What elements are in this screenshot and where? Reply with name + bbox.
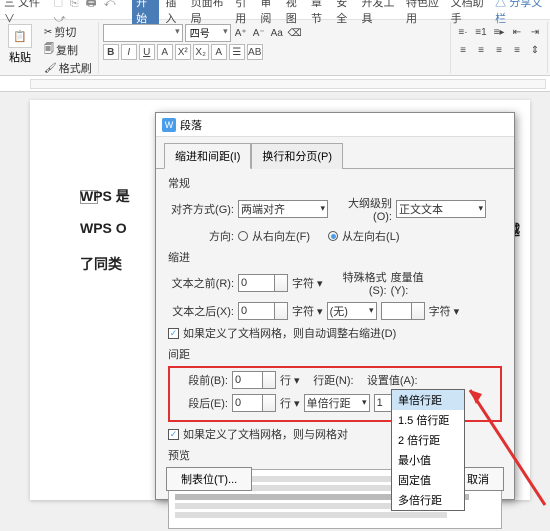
paragraph-dialog: W 段落 缩进和间距(I) 换行和分页(P) 常规 对齐方式(G): 两端对齐 …: [155, 112, 515, 500]
outline-combo[interactable]: 正文文本: [396, 200, 486, 218]
align-right-icon[interactable]: ≡: [491, 42, 507, 58]
text-before-spinner[interactable]: 0: [238, 274, 288, 292]
snap-grid-checkbox[interactable]: [168, 429, 179, 440]
snap-grid-label: 如果定义了文档网格，则与网格对: [183, 426, 348, 442]
copy-button[interactable]: 🗐 复制: [42, 42, 94, 58]
measure-spinner[interactable]: [381, 302, 425, 320]
app-logo-icon: W: [162, 118, 176, 132]
clipboard-group: ✂ 剪切 🗐 复制 🖌 格式刷: [38, 22, 99, 73]
strike-button[interactable]: A: [157, 44, 173, 60]
change-case-icon[interactable]: Aa: [269, 25, 285, 41]
set-value-label: 设置值(A):: [358, 372, 418, 388]
subscript-button[interactable]: X₂: [193, 44, 209, 60]
bold-button[interactable]: B: [103, 44, 119, 60]
dialog-titlebar: W 段落: [156, 113, 514, 137]
general-group: 常规 对齐方式(G): 两端对齐 大纲级别(O): 正文文本 方向: 从右向左(…: [168, 175, 502, 244]
font-group: 四号 A⁺ A⁻ Aa ⌫ B I U A X² X₂ A ☰ AB: [99, 22, 451, 73]
paste-group: 📋 粘贴: [2, 22, 38, 73]
line-spacing-icon[interactable]: ⇕: [527, 42, 543, 58]
paste-label[interactable]: 粘贴: [9, 49, 31, 65]
unit-line[interactable]: 行 ▾: [280, 395, 300, 411]
after-para-spinner[interactable]: 0: [232, 394, 276, 412]
font-size-combo[interactable]: 四号: [185, 24, 231, 42]
doc-text-line: WPS O: [80, 220, 127, 238]
indent-group: 缩进 文本之前(R): 0 字符 ▾ 特殊格式(S): 度量值(Y): 文本之后…: [168, 249, 502, 341]
unit-char[interactable]: 字符 ▾: [292, 275, 323, 291]
dropdown-option[interactable]: 2 倍行距: [392, 430, 464, 450]
doc-text-line: WPS 是: [80, 186, 130, 204]
indent-group-title: 缩进: [168, 249, 502, 265]
dialog-tabs: 缩进和间距(I) 换行和分页(P): [156, 137, 514, 168]
font-name-combo[interactable]: [103, 24, 183, 42]
app-menubar: 三 文件 ∨ 🗋 ⎘ 🖨 ⤺ ⤻ 开始 插入 页面布局 引用 审阅 视图 章节 …: [0, 0, 550, 20]
font-color-button[interactable]: A: [211, 44, 227, 60]
unit-line[interactable]: 行 ▾: [280, 372, 300, 388]
shrink-font-icon[interactable]: A⁻: [251, 25, 267, 41]
increase-indent-icon[interactable]: ⇥: [527, 24, 543, 40]
phonetic-button[interactable]: AB: [247, 44, 263, 60]
tab-indent-spacing[interactable]: 缩进和间距(I): [164, 143, 251, 169]
auto-indent-label: 如果定义了文档网格，则自动调整右缩进(D): [183, 325, 396, 341]
before-para-label: 段前(B):: [174, 372, 228, 388]
text-after-spinner[interactable]: 0: [238, 302, 288, 320]
dropdown-option[interactable]: 最小值: [392, 450, 464, 470]
tabstops-button[interactable]: 制表位(T)...: [166, 467, 252, 491]
auto-indent-checkbox[interactable]: [168, 328, 179, 339]
tab-line-page-break[interactable]: 换行和分页(P): [251, 143, 343, 169]
dropdown-option[interactable]: 单倍行距: [392, 390, 464, 410]
alignment-label: 对齐方式(G):: [168, 201, 234, 217]
text-before-label: 文本之前(R):: [168, 275, 234, 291]
underline-button[interactable]: U: [139, 44, 155, 60]
dialog-title: 段落: [180, 117, 202, 133]
general-group-title: 常规: [168, 175, 502, 191]
outline-label: 大纲级别(O):: [332, 195, 392, 223]
special-format-label: 特殊格式(S):: [327, 269, 387, 297]
before-para-spinner[interactable]: 0: [232, 371, 276, 389]
justify-icon[interactable]: ≡: [509, 42, 525, 58]
special-format-combo[interactable]: (无): [327, 302, 377, 320]
ribbon-toolbar: 📋 粘贴 ✂ 剪切 🗐 复制 🖌 格式刷 四号 A⁺ A⁻ Aa ⌫ B I U…: [0, 20, 550, 76]
dropdown-option[interactable]: 1.5 倍行距: [392, 410, 464, 430]
direction-ltr-radio[interactable]: [328, 231, 338, 241]
line-spacing-label: 行距(N):: [304, 372, 354, 388]
text-after-label: 文本之后(X):: [168, 303, 234, 319]
bullet-list-icon[interactable]: ≡·: [455, 24, 471, 40]
line-spacing-combo[interactable]: 单倍行距: [304, 394, 370, 412]
superscript-button[interactable]: X²: [175, 44, 191, 60]
unit-char[interactable]: 字符 ▾: [292, 303, 323, 319]
clear-format-icon[interactable]: ⌫: [287, 25, 303, 41]
highlight-button[interactable]: ☰: [229, 44, 245, 60]
horizontal-ruler: [0, 76, 550, 92]
decrease-indent-icon[interactable]: ⇤: [509, 24, 525, 40]
spacing-group-title: 间距: [168, 346, 502, 362]
direction-ltr-label[interactable]: 从左向右(L): [342, 228, 399, 244]
align-left-icon[interactable]: ≡: [455, 42, 471, 58]
paragraph-group: ≡· ≡1 ≡▸ ⇤ ⇥ ≡ ≡ ≡ ≡ ⇕: [451, 22, 548, 73]
number-list-icon[interactable]: ≡1: [473, 24, 489, 40]
italic-button[interactable]: I: [121, 44, 137, 60]
after-para-label: 段后(E):: [174, 395, 228, 411]
direction-rtl-label[interactable]: 从右向左(F): [252, 228, 310, 244]
direction-rtl-radio[interactable]: [238, 231, 248, 241]
align-center-icon[interactable]: ≡: [473, 42, 489, 58]
line-spacing-dropdown: 单倍行距 1.5 倍行距 2 倍行距 最小值 固定值 多倍行距: [391, 389, 465, 511]
direction-label: 方向:: [168, 228, 234, 244]
dropdown-option[interactable]: 固定值: [392, 470, 464, 490]
multilevel-list-icon[interactable]: ≡▸: [491, 24, 507, 40]
format-painter-button[interactable]: 🖌 格式刷: [42, 60, 94, 76]
doc-text-line: 了同类: [80, 254, 122, 272]
alignment-combo[interactable]: 两端对齐: [238, 200, 328, 218]
paste-icon[interactable]: 📋: [8, 24, 32, 48]
unit-char[interactable]: 字符 ▾: [429, 303, 460, 319]
measure-label: 度量值(Y):: [391, 269, 441, 297]
cut-button[interactable]: ✂ 剪切: [42, 24, 94, 40]
grow-font-icon[interactable]: A⁺: [233, 25, 249, 41]
dropdown-option[interactable]: 多倍行距: [392, 490, 464, 510]
